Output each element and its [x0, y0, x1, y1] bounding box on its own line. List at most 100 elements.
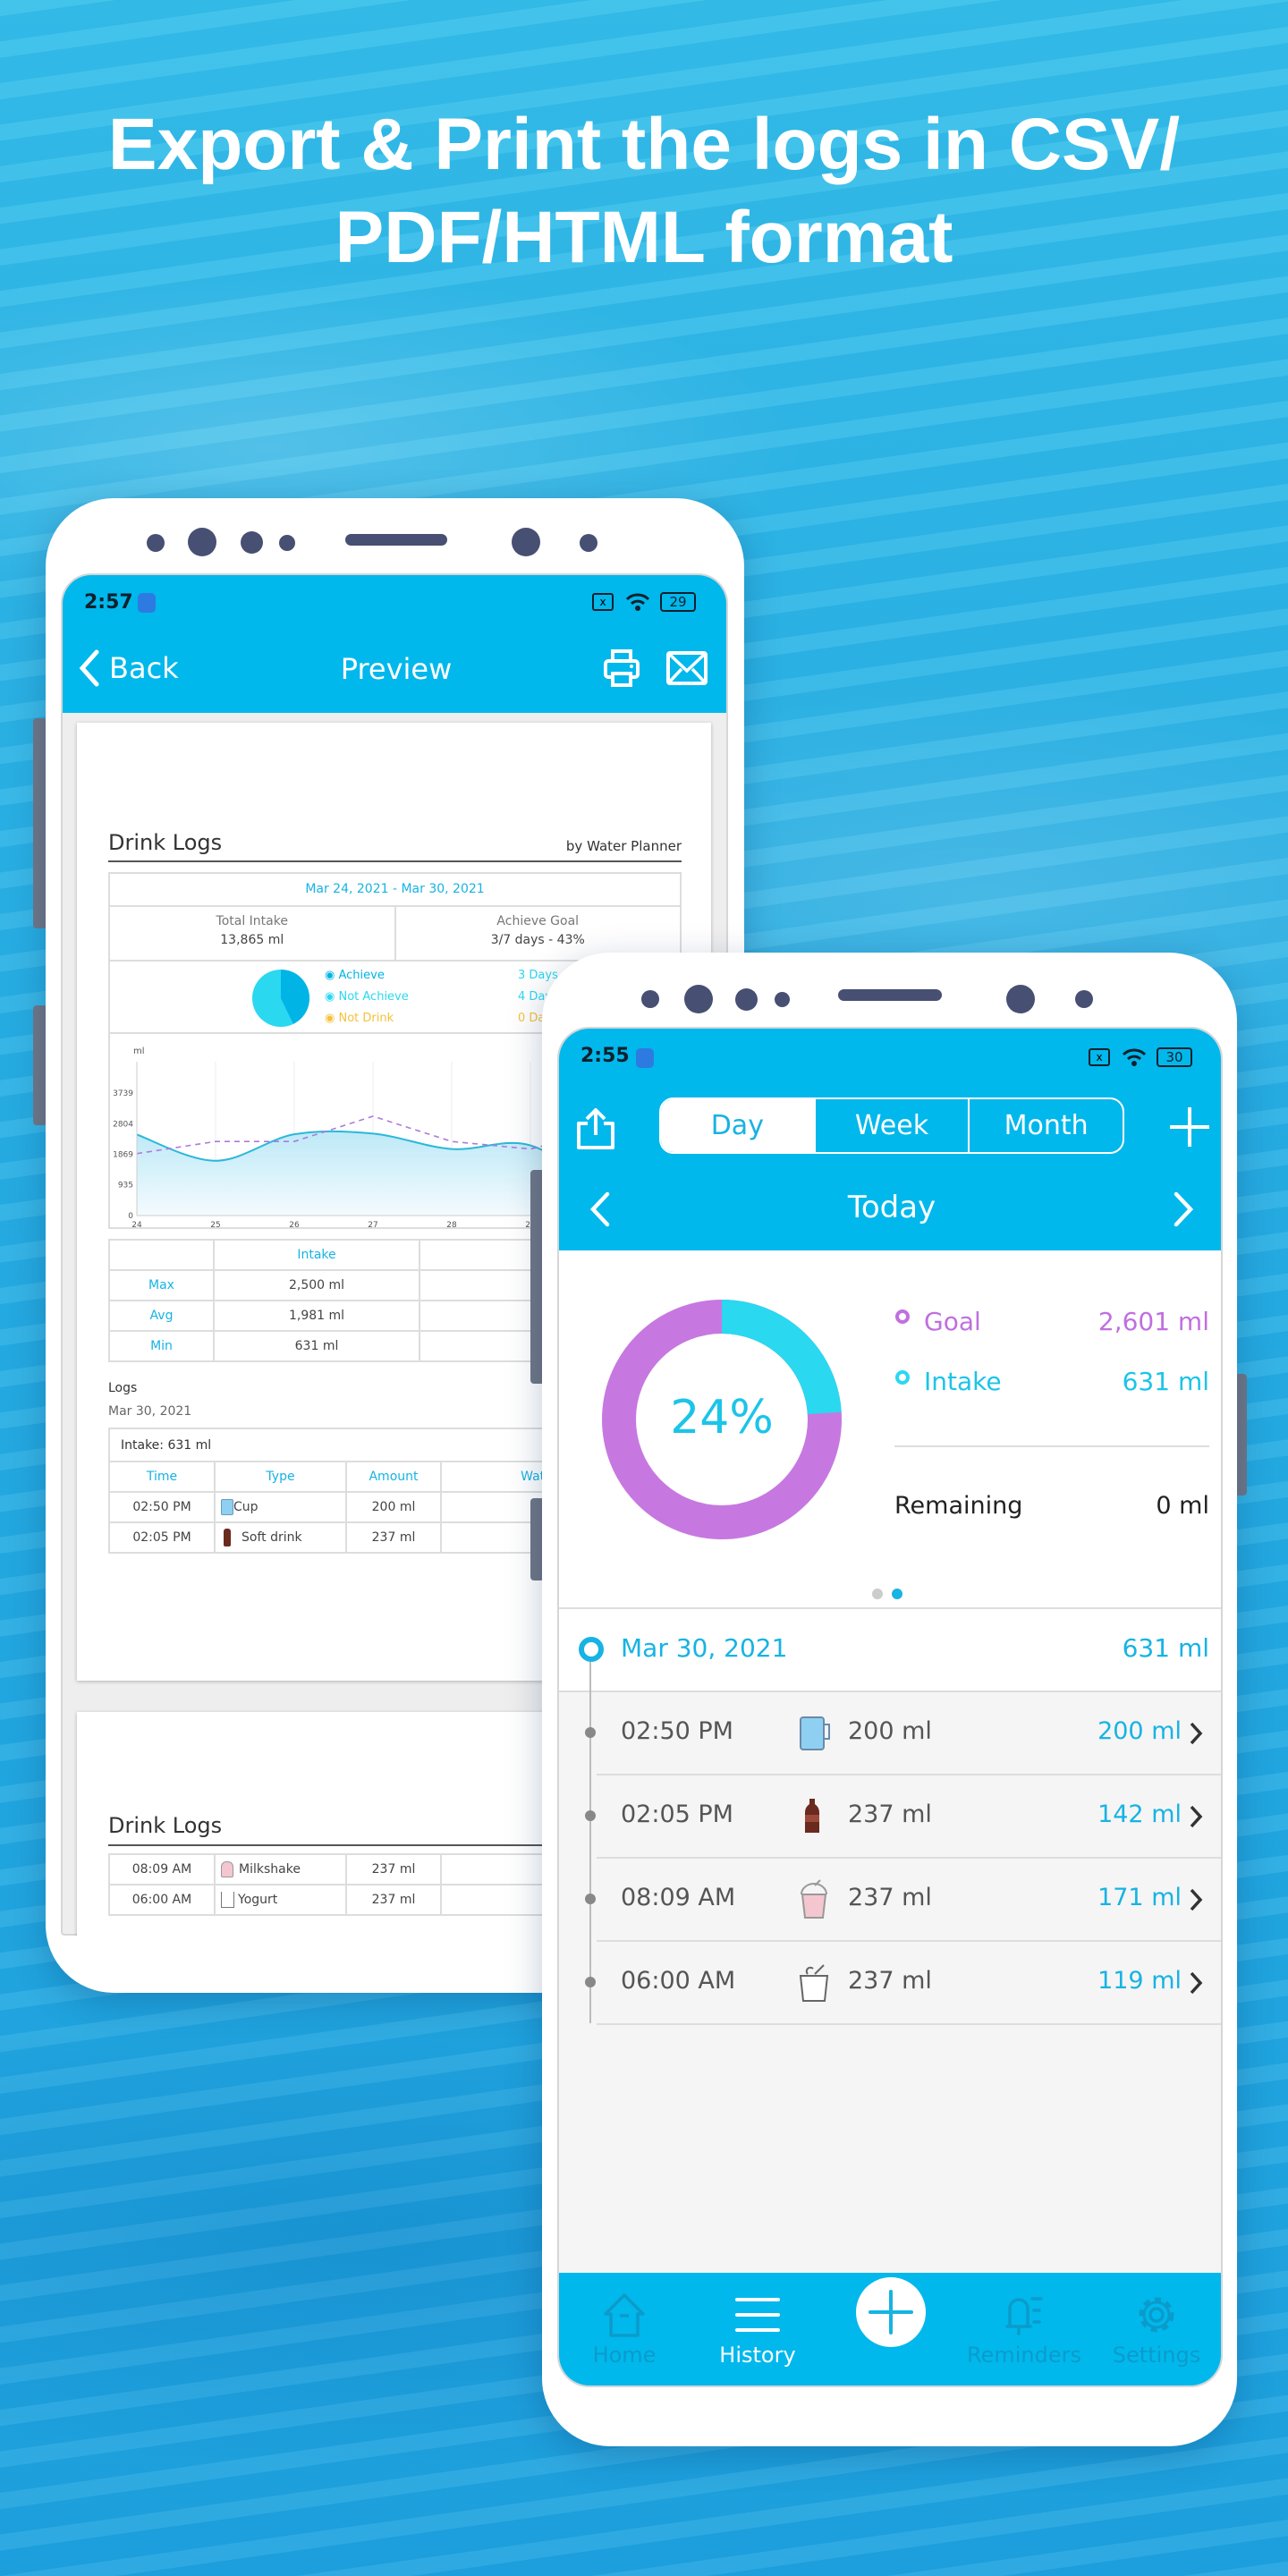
x-tick-label: 26	[289, 1221, 300, 1229]
tab-day[interactable]: Day	[661, 1099, 814, 1152]
log-amount: 200 ml	[345, 1491, 442, 1523]
log-time: 02:05 PM	[621, 1801, 733, 1828]
y-tick-label: 935	[118, 1182, 133, 1191]
x-tick-label: 28	[446, 1221, 457, 1229]
page-indicator-dot-active[interactable]	[892, 1589, 902, 1599]
log-effective-amount: 200 ml	[1097, 1717, 1182, 1745]
right-screen: 2:55 x 30 Day Week Month Today 24% Goal …	[557, 1027, 1223, 2387]
add-drink-button[interactable]	[856, 2277, 926, 2347]
log-time: 08:09 AM	[108, 1853, 216, 1885]
next-day-button[interactable]	[1171, 1191, 1196, 1227]
list-icon	[735, 2298, 780, 2332]
share-export-icon[interactable]	[575, 1107, 616, 1150]
log-amount: 200 ml	[848, 1717, 932, 1745]
page-indicator-dot[interactable]	[872, 1589, 883, 1599]
log-time: 02:05 PM	[108, 1521, 216, 1554]
log-row[interactable]: 08:09 AM 237 ml 171 ml	[559, 1859, 1221, 1942]
yogurt-icon	[799, 1964, 829, 2002]
column-header: Type	[214, 1461, 347, 1493]
nav-reminders[interactable]: Reminders	[957, 2292, 1091, 2368]
stat-label: Min	[108, 1330, 215, 1362]
log-amount: 237 ml	[345, 1521, 442, 1554]
sensor-dot	[735, 988, 758, 1011]
nav-label: History	[719, 2343, 796, 2368]
log-effective-amount: 171 ml	[1097, 1884, 1182, 1911]
chevron-right-icon	[1190, 1805, 1203, 1828]
total-intake-cell: Total Intake 13,865 ml	[110, 907, 396, 960]
sensor-dot	[1075, 990, 1093, 1008]
no-sim-icon: x	[592, 593, 614, 611]
log-date: Mar 30, 2021	[108, 1404, 192, 1419]
legend-label: Not Achieve	[338, 990, 409, 1004]
headline: Export & Print the logs in CSV/ PDF/HTML…	[0, 98, 1288, 284]
log-type-label: Soft drink	[242, 1530, 302, 1545]
x-tick-label: 24	[131, 1221, 142, 1229]
sensor-dot	[641, 990, 659, 1008]
timeline-dot	[585, 1810, 596, 1821]
tab-week[interactable]: Week	[813, 1099, 969, 1152]
log-row[interactable]: 02:05 PM 237 ml 142 ml	[559, 1775, 1221, 1859]
sensor-dot	[279, 535, 295, 551]
divider	[894, 1445, 1209, 1447]
legend-not-drink: ◉ Not Drink	[325, 1012, 394, 1025]
gear-icon	[1139, 2297, 1174, 2333]
goal-label: Goal	[924, 1307, 981, 1336]
y-axis-label: ml	[133, 1046, 145, 1056]
log-type: Yogurt	[214, 1884, 347, 1916]
achieve-goal-label: Achieve Goal	[496, 914, 580, 928]
total-intake-label: Total Intake	[216, 914, 288, 928]
status-time: 2:55	[580, 1045, 630, 1067]
front-camera	[188, 528, 216, 556]
log-row[interactable]: 06:00 AM 237 ml 119 ml	[559, 1942, 1221, 2025]
doc-byline: by Water Planner	[565, 838, 682, 854]
sensor-dot	[580, 534, 597, 552]
tab-month[interactable]: Month	[968, 1099, 1123, 1152]
intake-legend-icon	[895, 1370, 910, 1385]
table-cell	[108, 1239, 215, 1271]
column-header: Amount	[345, 1461, 442, 1493]
column-header: Time	[108, 1461, 216, 1493]
log-time: 06:00 AM	[621, 1967, 736, 1995]
wifi-icon	[1122, 1048, 1147, 1066]
headline-line-2: PDF/HTML format	[335, 197, 953, 278]
x-tick-label: 25	[210, 1221, 220, 1229]
headline-line-1: Export & Print the logs in CSV/	[107, 104, 1181, 185]
add-icon[interactable]	[1168, 1106, 1211, 1148]
cup-icon	[221, 1499, 233, 1515]
stat-value: 2,500 ml	[213, 1269, 420, 1301]
log-row[interactable]: 02:50 PM 200 ml 200 ml	[559, 1692, 1221, 1775]
achieve-goal-value: 3/7 days - 43%	[490, 933, 585, 947]
log-time: 02:50 PM	[621, 1717, 733, 1745]
stat-value: 631 ml	[213, 1330, 420, 1362]
back-button[interactable]: Back	[77, 648, 179, 688]
envelope-icon[interactable]	[665, 650, 708, 686]
y-tick-label: 2804	[113, 1120, 133, 1129]
home-icon	[604, 2293, 645, 2337]
log-time: 08:09 AM	[621, 1884, 736, 1911]
chevron-right-icon	[1190, 1722, 1203, 1745]
nav-label: Reminders	[967, 2343, 1081, 2368]
front-camera	[512, 528, 540, 556]
previous-day-button[interactable]	[588, 1191, 613, 1227]
soft-drink-icon	[224, 1529, 231, 1546]
nav-history[interactable]: History	[691, 2292, 825, 2368]
remaining-label: Remaining	[894, 1492, 1023, 1520]
nav-settings[interactable]: Settings	[1089, 2292, 1221, 2368]
sensor-dot	[775, 992, 790, 1007]
no-sim-icon: x	[1089, 1048, 1110, 1066]
printer-icon[interactable]	[603, 648, 640, 688]
sensor-dot	[147, 534, 165, 552]
intake-value: 631 ml	[1122, 1367, 1209, 1396]
app-notification-icon	[636, 1048, 654, 1068]
total-intake-value: 13,865 ml	[220, 933, 284, 947]
cup-icon	[800, 1716, 830, 1750]
nav-home[interactable]: Home	[559, 2292, 691, 2368]
wifi-icon	[625, 593, 650, 611]
stats-header: Intake	[213, 1239, 420, 1271]
chevron-left-icon	[79, 649, 99, 687]
chevron-right-icon	[1190, 1971, 1203, 1995]
log-type: Milkshake	[214, 1853, 347, 1885]
remaining-value: 0 ml	[1156, 1492, 1209, 1520]
log-amount: 237 ml	[345, 1853, 442, 1885]
goal-value: 2,601 ml	[1097, 1307, 1209, 1336]
